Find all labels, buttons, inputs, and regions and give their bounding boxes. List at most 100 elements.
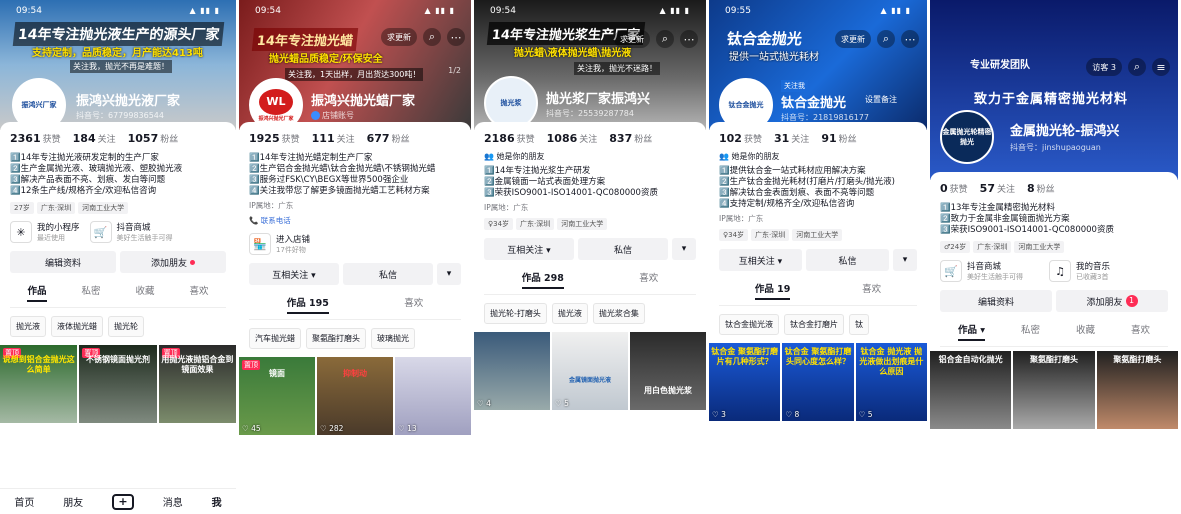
shop-entry[interactable]: 🏪 进入店铺 17件好物 xyxy=(249,233,310,255)
message-button[interactable]: 私信 xyxy=(343,263,433,285)
stat-followers[interactable]: 8 粉丝 xyxy=(1027,182,1055,195)
chip[interactable]: 抛光浆合集 xyxy=(592,303,645,324)
stat-followers[interactable]: 677 粉丝 xyxy=(367,132,410,145)
video-tile[interactable]: 置顶 不锈钢镜面抛光剂 xyxy=(79,345,157,423)
video-tile[interactable]: 聚氨酯打磨头 xyxy=(1013,351,1095,429)
stat-likes[interactable]: 102 获赞 xyxy=(719,132,762,145)
chip[interactable]: 钛 xyxy=(849,314,869,335)
request-update-button[interactable]: 求更新 xyxy=(381,28,417,46)
add-friend-button[interactable]: 添加朋友 xyxy=(120,251,226,273)
chip[interactable]: 聚氨酯打磨头 xyxy=(306,328,366,349)
mall-entry[interactable]: 🛒 抖音商城 美好生活触手可得 xyxy=(940,260,1023,282)
stat-following[interactable]: 184 关注 xyxy=(73,132,116,145)
video-tile[interactable]: 钛合金 聚氨酯打磨头同心度怎么样？ ♡ 8 xyxy=(782,343,854,421)
video-tile[interactable]: ♡ 4 xyxy=(474,332,550,410)
chip[interactable]: 抛光液 xyxy=(10,316,46,337)
chip[interactable]: 抛光液 xyxy=(551,303,588,324)
status-bar: 09:55 ▲ ▮▮ ▮ xyxy=(725,6,911,16)
edit-profile-button[interactable]: 编辑资料 xyxy=(10,251,116,273)
chip[interactable]: 液体抛光蜡 xyxy=(51,316,103,337)
search-icon[interactable]: ⌕ xyxy=(1128,58,1146,76)
stat-likes[interactable]: 1925 获赞 xyxy=(249,132,300,145)
status-bar: 09:54 ▲ ▮▮ ▮ xyxy=(0,6,236,16)
tab-likes[interactable]: 喜欢 xyxy=(862,281,881,300)
video-tile[interactable]: 金属镜面抛光液 ♡ 5 xyxy=(552,332,628,410)
video-tile[interactable]: 置顶 镜面 ♡ 45 xyxy=(239,357,315,435)
tab-likes[interactable]: 喜欢 xyxy=(639,270,658,289)
chip[interactable]: 汽车抛光蜡 xyxy=(249,328,301,349)
dropdown-button[interactable]: ▾ xyxy=(893,249,917,271)
nav-home[interactable]: 首页 xyxy=(14,494,34,509)
stat-following[interactable]: 111 关注 xyxy=(312,132,355,145)
message-button[interactable]: 私信 xyxy=(578,238,668,260)
top-icons: 求更新 ⌕ ⋯ xyxy=(381,28,465,46)
video-tile[interactable]: 聚氨酯打磨头 xyxy=(1096,351,1178,429)
nav-messages[interactable]: 消息 xyxy=(163,494,183,509)
edit-profile-button[interactable]: 编辑资料 xyxy=(940,290,1052,312)
tab-works[interactable]: 作品 ▾ xyxy=(957,322,986,341)
tab-works[interactable]: 作品 xyxy=(27,283,47,302)
mutual-follow-button[interactable]: 互相关注 ▾ xyxy=(719,249,802,271)
more-icon[interactable]: ⋯ xyxy=(447,28,465,46)
stat-followers[interactable]: 837 粉丝 xyxy=(609,132,652,145)
video-tile[interactable]: ♡ 13 xyxy=(395,357,471,435)
tab-likes[interactable]: 喜欢 xyxy=(1131,322,1150,341)
avatar[interactable]: 金属抛光轮精密抛光 xyxy=(940,110,994,164)
stat-following[interactable]: 1086 关注 xyxy=(547,132,598,145)
tab-private[interactable]: 私密 xyxy=(1021,322,1040,341)
tab-favorites[interactable]: 收藏 xyxy=(135,283,154,302)
nav-create-button[interactable]: + xyxy=(111,493,134,510)
chip[interactable]: 玻璃抛光 xyxy=(371,328,415,349)
stat-likes[interactable]: 0 获赞 xyxy=(940,182,968,195)
more-icon[interactable]: ⋯ xyxy=(680,30,698,48)
request-update-button[interactable]: 求更新 xyxy=(835,30,871,48)
contact-phone-link[interactable]: 📞 联系电话 xyxy=(249,215,461,226)
video-tile[interactable]: 抑制动 ♡ 282 xyxy=(317,357,393,435)
tab-works[interactable]: 作品 298 xyxy=(521,270,564,289)
avatar-logo: WL xyxy=(259,88,293,115)
search-icon[interactable]: ⌕ xyxy=(656,30,674,48)
chip[interactable]: 抛光轮 xyxy=(108,316,144,337)
stat-following[interactable]: 57 关注 xyxy=(980,182,1015,195)
stat-likes[interactable]: 2186 获赞 xyxy=(484,132,535,145)
music-entry[interactable]: ♫ 我的音乐 已收藏3首 xyxy=(1049,260,1110,282)
nav-friends[interactable]: 朋友 xyxy=(63,494,83,509)
tab-favorites[interactable]: 收藏 xyxy=(1076,322,1095,341)
stat-followers[interactable]: 91 粉丝 xyxy=(821,132,856,145)
video-tile[interactable]: 铝合金自动化抛光 xyxy=(930,351,1012,429)
set-remark-button[interactable]: 设置备注 xyxy=(865,94,897,105)
stat-following[interactable]: 31 关注 xyxy=(774,132,809,145)
tab-works[interactable]: 作品 195 xyxy=(286,295,329,314)
service-sub: 最近使用 xyxy=(37,234,65,242)
chip[interactable]: 抛光轮-打磨头 xyxy=(484,303,547,324)
message-button[interactable]: 私信 xyxy=(806,249,889,271)
menu-icon[interactable]: ≡ xyxy=(1152,58,1170,76)
nav-me[interactable]: 我 xyxy=(212,494,222,509)
search-icon[interactable]: ⌕ xyxy=(423,28,441,46)
profile-body: 2186 获赞 1086 关注 837 粉丝 👥 她是你的朋友 1️⃣14年专注抛光浆… xyxy=(474,122,706,514)
add-friend-button[interactable]: 添加朋友 1 xyxy=(1056,290,1168,312)
more-icon[interactable]: ⋯ xyxy=(901,30,919,48)
video-tile[interactable]: 钛合金 抛光液 抛光液做出划痕是什么原因 ♡ 5 xyxy=(855,343,927,421)
video-tile[interactable]: 置顶 用抛光液抛铝合金到镜面效果 xyxy=(158,345,236,423)
dropdown-button[interactable]: ▾ xyxy=(672,238,696,260)
mutual-follow-button[interactable]: 互相关注 ▾ xyxy=(484,238,574,260)
video-tile[interactable]: 置顶 说想到铝合金抛光这么简单 xyxy=(0,345,78,423)
video-tile[interactable]: 用白色抛光浆 xyxy=(630,332,706,410)
chip[interactable]: 钛合金抛光液 xyxy=(719,314,779,335)
stat-followers[interactable]: 1057 粉丝 xyxy=(128,132,179,145)
mini-program-entry[interactable]: ✳ 我的小程序 最近使用 xyxy=(10,221,80,243)
mutual-follow-button[interactable]: 互相关注 ▾ xyxy=(249,263,339,285)
tab-likes[interactable]: 喜欢 xyxy=(404,295,423,314)
dropdown-button[interactable]: ▾ xyxy=(437,263,461,285)
tab-works[interactable]: 作品 19 xyxy=(754,281,791,300)
request-update-button[interactable]: 求更新 xyxy=(614,30,650,48)
mall-entry[interactable]: 🛒 抖音商城 美好生活触手可得 xyxy=(89,221,173,243)
video-tile[interactable]: 钛合金 聚氨酯打磨片有几种形式？ ♡ 3 xyxy=(709,343,781,421)
chip[interactable]: 钛合金打磨片 xyxy=(784,314,844,335)
tab-likes[interactable]: 喜欢 xyxy=(189,283,208,302)
tab-private[interactable]: 私密 xyxy=(81,283,100,302)
stat-likes[interactable]: 2361 获赞 xyxy=(10,132,61,145)
visitor-count[interactable]: 访客 3 xyxy=(1086,58,1122,76)
search-icon[interactable]: ⌕ xyxy=(877,30,895,48)
